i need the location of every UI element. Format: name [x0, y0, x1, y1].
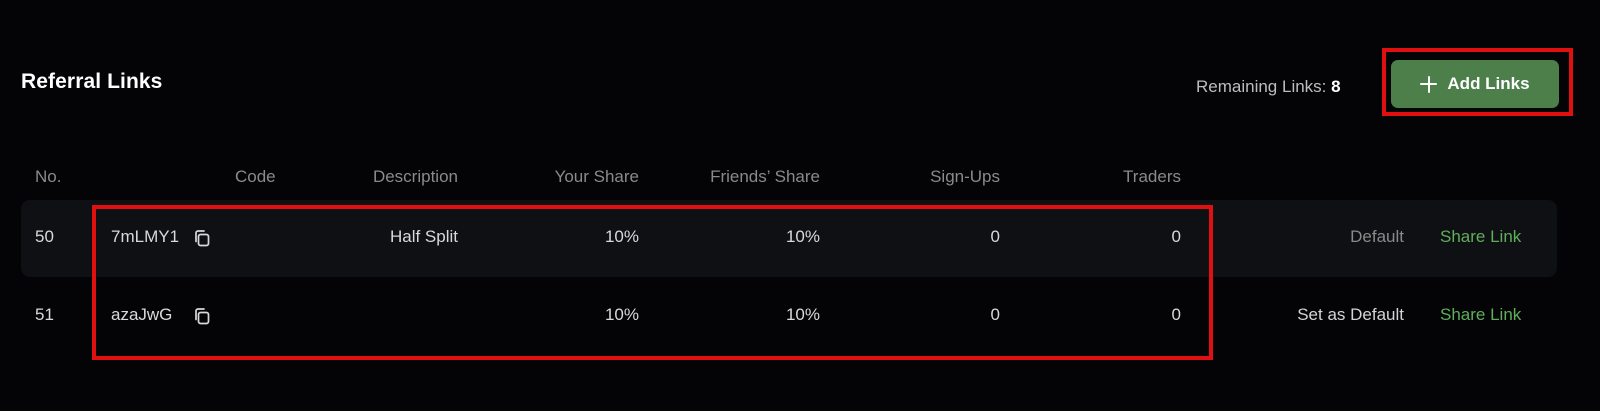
copy-icon[interactable]: [193, 307, 211, 325]
row-traders: 0: [1171, 227, 1181, 246]
row-description: Half Split: [389, 227, 458, 246]
row-friends-share: 10%: [785, 227, 820, 246]
row-friends-share: 10%: [785, 305, 820, 324]
row-your-share: 10%: [604, 227, 639, 246]
add-links-button[interactable]: Add Links: [1391, 60, 1559, 108]
row-traders: 0: [1171, 305, 1181, 324]
referral-code: 7mLMY1: [111, 227, 180, 246]
page-title: Referral Links: [21, 70, 163, 93]
column-header-code: Code: [235, 167, 276, 186]
column-header-description: Description: [372, 167, 458, 186]
remaining-links-count: 8: [1331, 77, 1341, 96]
column-header-your-share: Your Share: [554, 167, 639, 186]
row-your-share: 10%: [604, 305, 639, 324]
referral-code: azaJwG: [111, 305, 173, 324]
column-header-traders: Traders: [1123, 167, 1181, 186]
add-links-label: Add Links: [1447, 74, 1530, 93]
row-signups: 0: [990, 227, 1000, 246]
default-status: Default: [1350, 227, 1404, 246]
row-signups: 0: [990, 305, 1000, 324]
remaining-links-label: Remaining Links:: [1196, 77, 1327, 96]
row-no: 50: [35, 227, 54, 246]
column-header-no: No.: [35, 167, 62, 186]
referral-links-panel: Referral Links Remaining Links: 8 Add Li…: [0, 0, 1600, 411]
share-link-button[interactable]: Share Link: [1440, 305, 1521, 325]
plus-icon: [1420, 75, 1438, 93]
remaining-links: Remaining Links: 8: [1196, 77, 1341, 97]
row-no: 51: [35, 305, 54, 324]
column-header-friends-share: Friends’ Share: [710, 167, 820, 186]
copy-icon[interactable]: [193, 229, 211, 247]
set-as-default-button[interactable]: Set as Default: [1240, 305, 1404, 325]
column-header-signups: Sign-Ups: [930, 167, 1000, 186]
share-link-button[interactable]: Share Link: [1440, 227, 1521, 247]
